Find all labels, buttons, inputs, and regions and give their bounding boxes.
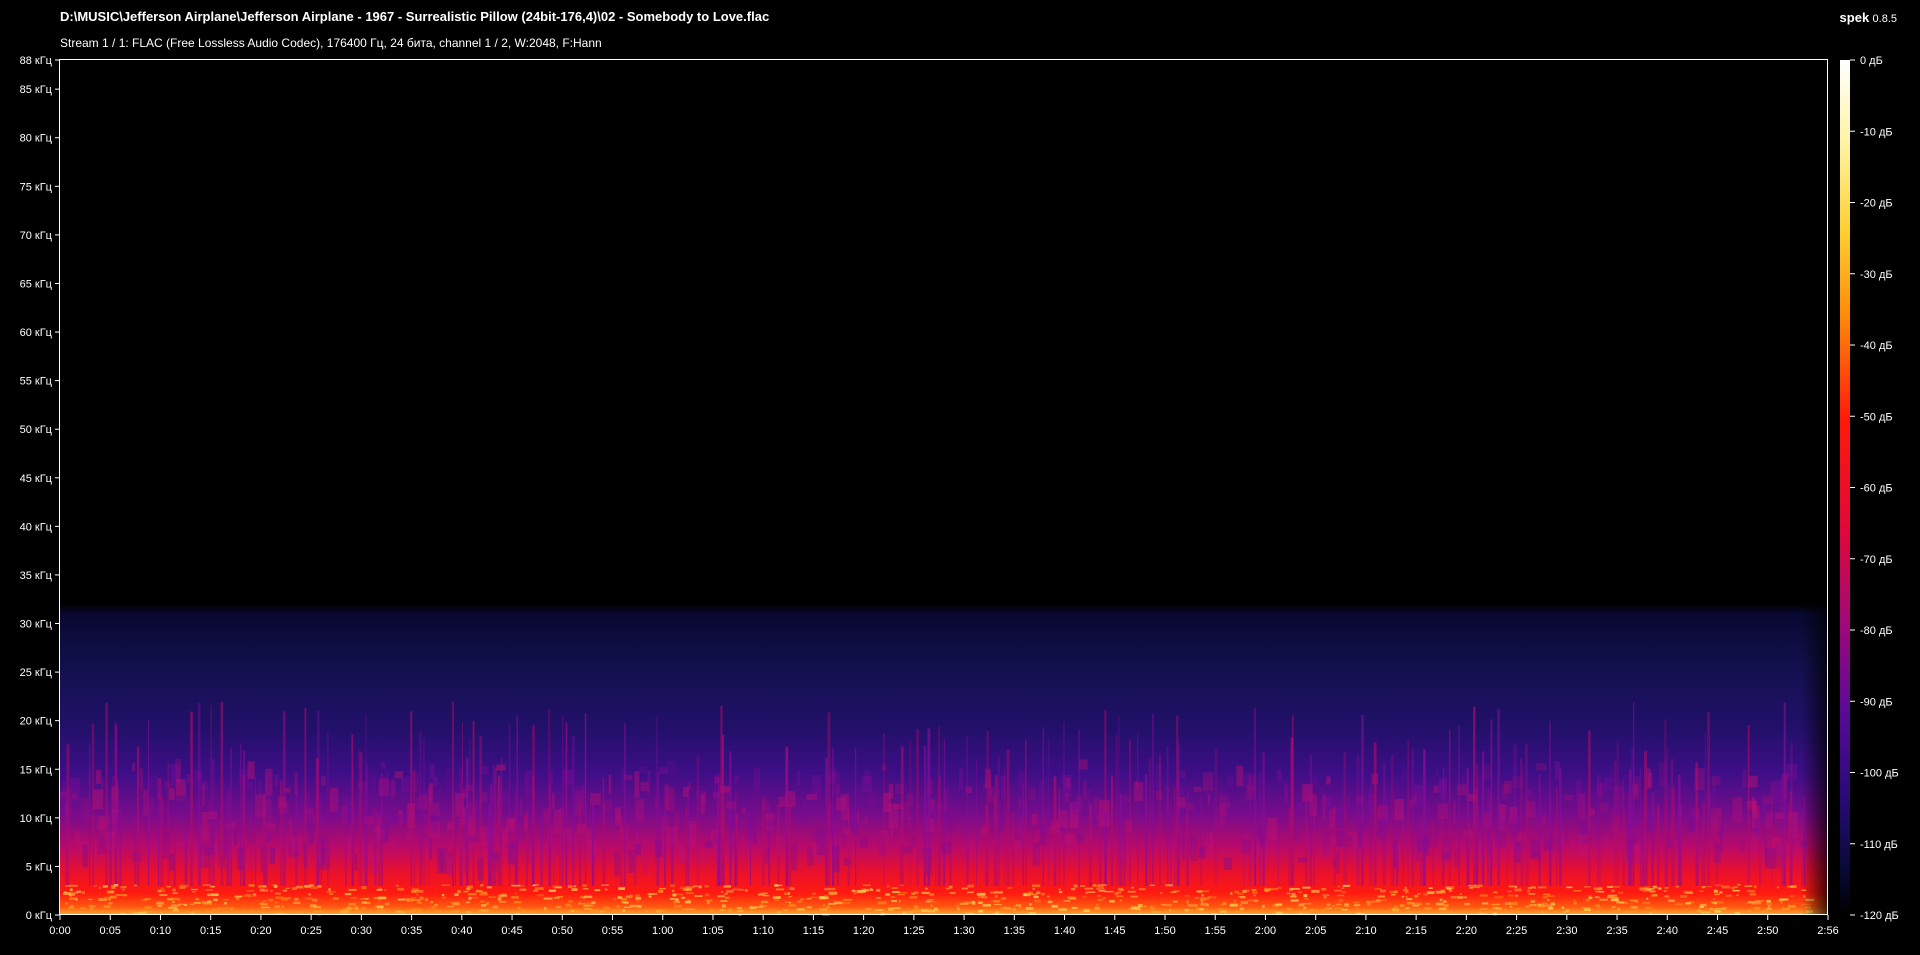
colorbar-tick-label: -60 дБ [1860,483,1893,495]
x-tick-label: 2:10 [1355,925,1376,937]
x-tick-label: 0:50 [552,925,573,937]
y-tick-label: 75 кГц [20,181,53,193]
spectrogram-chart: 0 кГц 5 кГц 10 кГц 15 кГц 20 кГц 25 кГц 30 кГц… [20,55,1899,937]
y-tick-label: 55 кГц [20,376,53,388]
y-tick-label: 15 кГц [20,764,53,776]
x-tick-label: 2:15 [1405,925,1426,937]
x-tick-label: 0:20 [250,925,271,937]
x-tick-label: 1:15 [803,925,824,937]
x-tick-label: 1:10 [752,925,773,937]
colorbar-tick-label: -80 дБ [1860,625,1893,637]
frequency-axis: 0 кГц 5 кГц 10 кГц 15 кГц 20 кГц 25 кГц 30 кГц… [20,55,60,922]
x-tick-label: 2:50 [1757,925,1778,937]
y-tick-label: 80 кГц [20,133,53,145]
colorbar-tick-label: -70 дБ [1860,554,1893,566]
y-tick-label: 25 кГц [20,667,53,679]
x-tick-label: 0:00 [49,925,70,937]
x-tick-label: 2:00 [1255,925,1276,937]
x-tick-label: 2:05 [1305,925,1326,937]
y-tick-label: 65 кГц [20,278,53,290]
x-tick-label: 2:56 [1817,925,1838,937]
x-tick-label: 1:00 [652,925,673,937]
colorbar-tick-label: -110 дБ [1860,839,1898,851]
colorbar-tick-label: -50 дБ [1860,411,1893,423]
colorbar [1840,60,1850,915]
y-tick-label: 50 кГц [20,424,53,436]
x-tick-label: 2:30 [1556,925,1577,937]
x-tick-label: 2:25 [1506,925,1527,937]
y-tick-label: 35 кГц [20,570,53,582]
x-tick-label: 0:05 [100,925,121,937]
y-tick-label: 85 кГц [20,84,53,96]
x-tick-label: 0:35 [401,925,422,937]
x-tick-label: 1:20 [853,925,874,937]
spectrogram-image [60,604,1828,916]
colorbar-axis: 0 дБ -10 дБ -20 дБ -30 дБ -40 дБ -50 дБ -60 дБ… [1850,55,1899,922]
x-tick-label: 1:50 [1154,925,1175,937]
colorbar-tick-label: -20 дБ [1860,198,1893,210]
x-tick-label: 2:40 [1657,925,1678,937]
y-tick-label: 45 кГц [20,473,53,485]
x-tick-label: 2:45 [1707,925,1728,937]
colorbar-tick-label: -10 дБ [1860,126,1893,138]
y-tick-label: 20 кГц [20,716,53,728]
x-tick-label: 2:35 [1606,925,1627,937]
x-tick-label: 1:55 [1205,925,1226,937]
y-tick-label: 70 кГц [20,230,53,242]
x-tick-label: 0:15 [200,925,221,937]
y-tick-label: 88 кГц [20,55,53,67]
colorbar-tick-label: -120 дБ [1860,910,1899,922]
colorbar-tick-label: -100 дБ [1860,768,1899,780]
x-tick-label: 0:10 [150,925,171,937]
x-tick-label: 0:30 [351,925,372,937]
y-tick-label: 30 кГц [20,619,53,631]
colorbar-tick-label: -30 дБ [1860,269,1893,281]
time-axis: 0:00 0:05 0:10 0:15 0:20 0:25 0:30 0:35 0:40 0:45… [49,915,1839,937]
x-tick-label: 1:05 [702,925,723,937]
x-tick-label: 0:45 [501,925,522,937]
x-tick-label: 1:30 [953,925,974,937]
x-tick-label: 1:40 [1054,925,1075,937]
y-tick-label: 40 кГц [20,521,53,533]
x-tick-label: 1:25 [903,925,924,937]
y-tick-label: 60 кГц [20,327,53,339]
y-tick-label: 5 кГц [26,861,53,873]
x-tick-label: 2:20 [1456,925,1477,937]
x-tick-label: 1:45 [1104,925,1125,937]
y-tick-label: 10 кГц [20,813,53,825]
y-tick-label: 0 кГц [26,910,53,922]
spectrogram-tail [60,604,1828,915]
x-tick-label: 0:25 [300,925,321,937]
colorbar-tick-label: -90 дБ [1860,696,1893,708]
x-tick-label: 0:40 [451,925,472,937]
colorbar-tick-label: -40 дБ [1860,340,1893,352]
x-tick-label: 1:35 [1004,925,1025,937]
x-tick-label: 0:55 [602,925,623,937]
colorbar-tick-label: 0 дБ [1860,55,1883,67]
